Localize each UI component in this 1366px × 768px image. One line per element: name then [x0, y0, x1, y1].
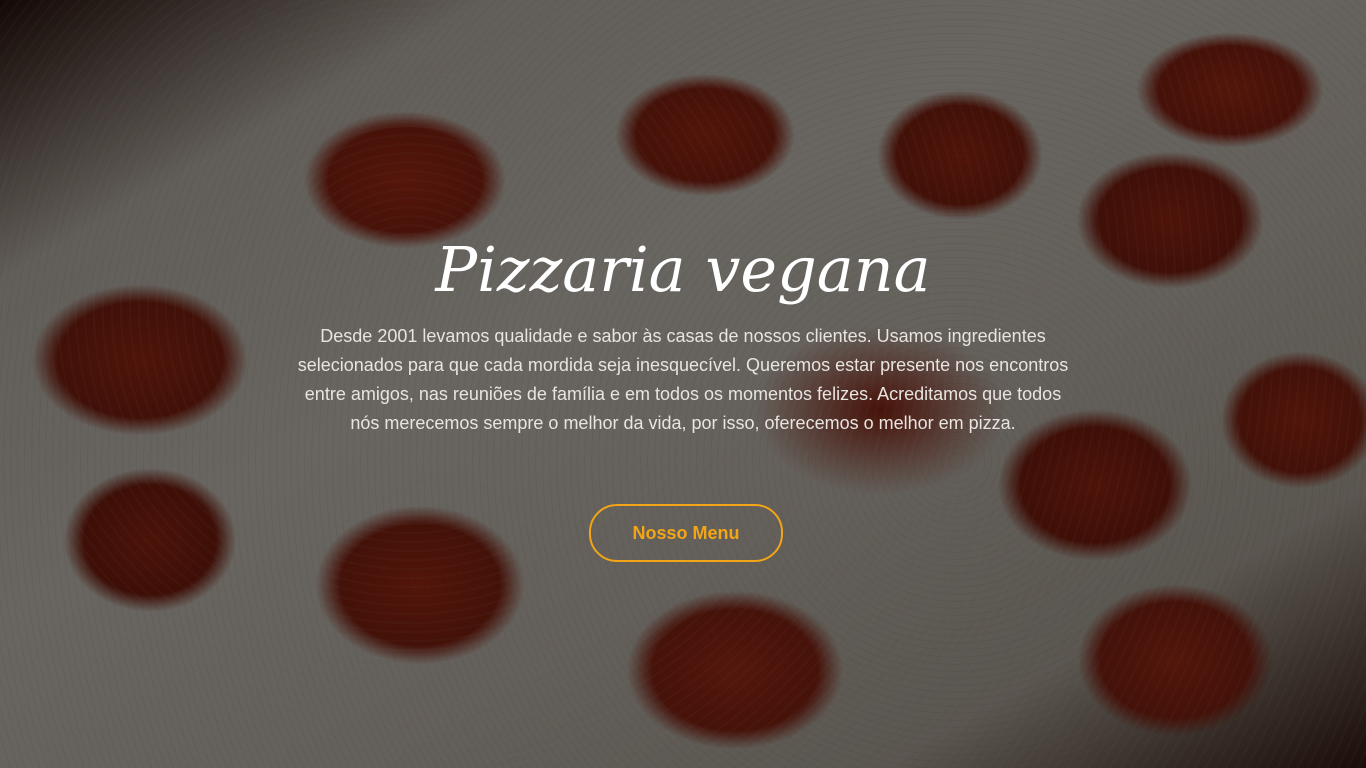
hero-section: Pizzaria vegana Desde 2001 levamos quali… — [0, 0, 1366, 768]
hero-content: Pizzaria vegana Desde 2001 levamos quali… — [0, 0, 1366, 768]
hero-title: Pizzaria vegana — [435, 233, 931, 306]
hero-description: Desde 2001 levamos qualidade e sabor às … — [297, 326, 1069, 433]
menu-button[interactable]: Nosso Menu — [589, 504, 783, 562]
